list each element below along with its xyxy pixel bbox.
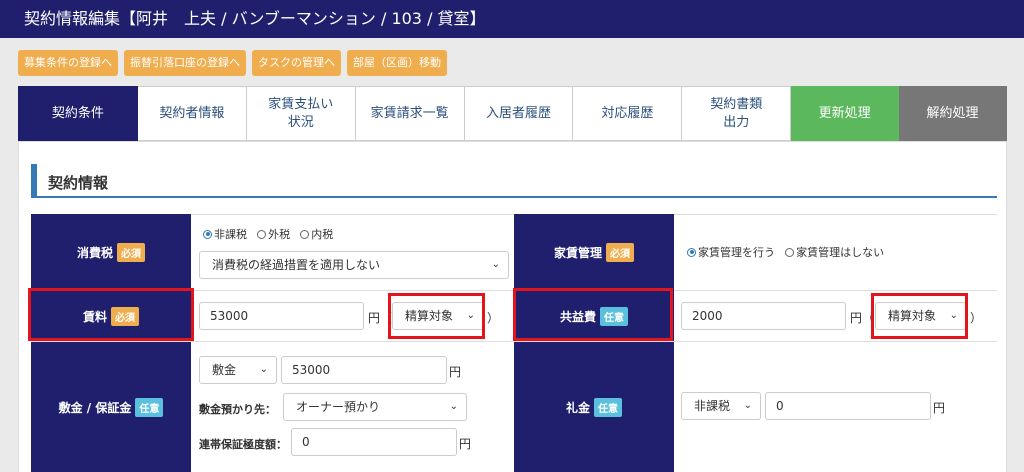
rent-management-radio-no[interactable]: 家賃管理はしない (785, 244, 884, 260)
action-buttons: 募集条件の登録へ 振替引落口座の登録へ タスクの管理へ 部屋（区画）移動 (18, 50, 447, 76)
key-money-label: 礼金 (565, 401, 590, 415)
deposit-label-cell: 敷金 / 保証金 任意 (31, 342, 191, 472)
tax-label-cell: 消費税 必須 (31, 214, 191, 291)
tab-renewal[interactable]: 更新処理 (791, 86, 900, 141)
optional-badge: 任意 (594, 398, 622, 417)
key-money-input[interactable]: 0 (765, 392, 931, 420)
radio-empty-icon (257, 229, 267, 239)
radio-empty-icon (300, 229, 310, 239)
tax-radio-exclusive[interactable]: 外税 (257, 226, 290, 242)
rent-paren-close: ） (487, 311, 500, 325)
transfer-account-button[interactable]: 振替引落口座の登録へ (124, 50, 246, 76)
rent-label-highlight (28, 288, 194, 341)
deposit-amount-input[interactable]: 53000 (281, 356, 447, 384)
deposit-label: 敷金 / 保証金 (58, 401, 132, 415)
tax-radio-exempt[interactable]: 非課税 (203, 226, 247, 242)
tab-bar: 契約条件 契約者情報 家賃支払い 状況 家賃請求一覧 入居者履歴 対応履歴 契約… (18, 86, 1007, 141)
section-header: 契約情報 (31, 164, 997, 198)
common-fee-input[interactable]: 2000 (681, 302, 846, 330)
key-money-yen-unit: 円 (933, 401, 946, 415)
required-badge: 必須 (117, 243, 145, 262)
rent-management-label-cell: 家賃管理 必須 (514, 214, 674, 291)
deposit-yen-unit: 円 (449, 365, 462, 379)
chevron-down-icon: ⌄ (259, 364, 268, 375)
room-move-button[interactable]: 部屋（区画）移動 (347, 50, 447, 76)
task-management-button[interactable]: タスクの管理へ (252, 50, 341, 76)
tab-contract-documents[interactable]: 契約書類 出力 (682, 86, 792, 141)
rent-input[interactable]: 53000 (199, 302, 364, 330)
section-accent-bar (31, 164, 37, 196)
radio-selected-icon (203, 229, 212, 239)
optional-badge: 任意 (135, 398, 164, 417)
common-fee-yen-unit: 円 (850, 311, 863, 325)
contract-panel: 契約情報 消費税 必須 家賃管理 必須 非課税 外税 内税 消費税の経過措置を適… (18, 141, 1007, 472)
tax-radio-inclusive[interactable]: 内税 (300, 226, 333, 242)
deposit-custody-select[interactable]: オーナー預かり ⌄ (283, 393, 467, 421)
deposit-custody-label: 敷金預かり先： (199, 403, 276, 416)
guarantee-limit-label: 連帯保証極度額： (199, 438, 287, 451)
rent-yen-unit: 円 (368, 311, 381, 325)
tab-cancellation[interactable]: 解約処理 (899, 86, 1007, 141)
common-fee-paren-close: ） (970, 311, 983, 325)
radio-selected-icon (687, 247, 696, 257)
tab-contract-conditions[interactable]: 契約条件 (18, 86, 138, 141)
rent-management-label: 家賃管理 (553, 246, 602, 260)
tab-contractor-info[interactable]: 契約者情報 (137, 86, 247, 141)
tab-rent-invoices[interactable]: 家賃請求一覧 (355, 86, 465, 141)
chevron-down-icon: ⌄ (491, 259, 500, 270)
tax-transition-select[interactable]: 消費税の経過措置を適用しない ⌄ (199, 251, 509, 279)
required-badge: 必須 (606, 243, 634, 262)
tax-radio-group: 非課税 外税 内税 (203, 226, 339, 243)
chevron-down-icon: ⌄ (743, 400, 752, 411)
tab-correspondence-history[interactable]: 対応履歴 (573, 86, 683, 141)
page-title: 契約情報編集【阿井 上夫 / バンブーマンション / 103 / 貸室】 (0, 0, 1024, 38)
chevron-down-icon: ⌄ (449, 401, 458, 412)
key-money-tax-select[interactable]: 非課税 ⌄ (681, 392, 761, 420)
section-title: 契約情報 (48, 174, 109, 192)
deposit-type-select[interactable]: 敷金 ⌄ (199, 356, 277, 384)
key-money-label-cell: 礼金 任意 (514, 342, 674, 472)
rent-settlement-highlight (388, 293, 485, 339)
tab-rent-payment-status[interactable]: 家賃支払い 状況 (246, 86, 356, 141)
recruitment-conditions-button[interactable]: 募集条件の登録へ (18, 50, 118, 76)
guarantee-yen-unit: 円 (459, 437, 472, 451)
guarantee-limit-input[interactable]: 0 (291, 428, 457, 456)
tab-tenant-history[interactable]: 入居者履歴 (464, 86, 574, 141)
rent-management-radio-group: 家賃管理を行う 家賃管理はしない (687, 244, 890, 261)
common-fee-label-highlight (513, 288, 673, 341)
common-fee-settlement-highlight (871, 293, 968, 339)
rent-management-radio-yes[interactable]: 家賃管理を行う (687, 244, 775, 260)
radio-empty-icon (785, 247, 795, 257)
tax-label: 消費税 (76, 246, 113, 260)
